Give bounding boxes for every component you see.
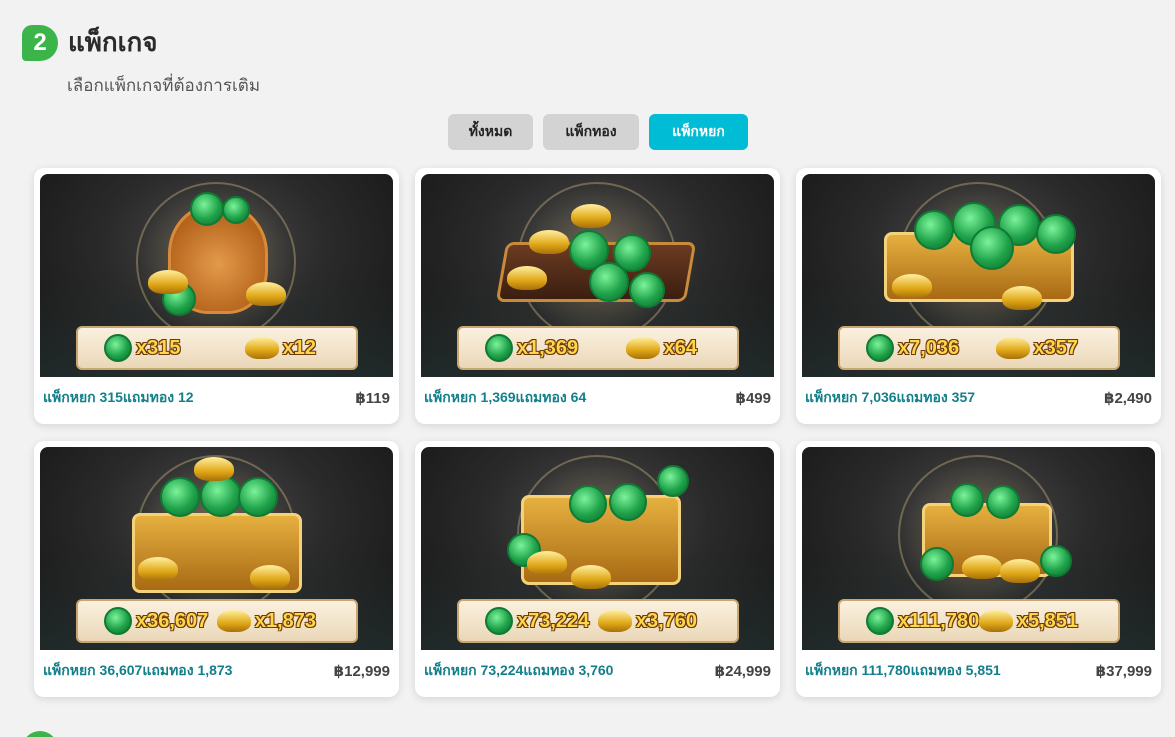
package-card[interactable]: x7,036 x357 แพ็กหยก 7,036แถมทอง 357 ฿2,4… [796, 168, 1161, 424]
jade-icon [104, 334, 132, 362]
package-image: x1,369 x64 [421, 174, 774, 377]
section-subtitle: เลือกแพ็กเกจที่ต้องการเติม [67, 76, 261, 95]
package-card[interactable]: x73,224 x3,760 แพ็กหยก 73,224แถมทอง 3,76… [415, 441, 780, 697]
jade-quantity: x315 [136, 336, 181, 359]
package-card[interactable]: x1,369 x64 แพ็กหยก 1,369แถมทอง 64 ฿499 [415, 168, 780, 424]
gold-ingot-icon [216, 610, 251, 632]
section-title: แพ็กเกจ [68, 27, 158, 57]
package-card[interactable]: x111,780 x5,851 แพ็กหยก 111,780แถมทอง 5,… [796, 441, 1161, 697]
gold-ingot-icon [978, 610, 1013, 632]
gold-ingot-icon [995, 337, 1030, 359]
reward-scroll: x7,036 x357 [838, 326, 1120, 370]
gold-ingot-icon [625, 337, 660, 359]
package-image: x315 x12 [40, 174, 393, 377]
package-price: ฿2,490 [1104, 389, 1152, 407]
package-image: x36,607 x1,873 [40, 447, 393, 650]
package-grid: x315 x12 แพ็กหยก 315แถมทอง 12 ฿119 x1,36… [34, 168, 1161, 697]
gold-quantity: x12 [282, 336, 316, 359]
package-name: แพ็กหยก 315แถมทอง 12 [43, 388, 194, 405]
package-image: x7,036 x357 [802, 174, 1155, 377]
reward-scroll: x1,369 x64 [457, 326, 739, 370]
package-name: แพ็กหยก 7,036แถมทอง 357 [805, 388, 976, 405]
jade-icon [866, 607, 894, 635]
gold-ingot-icon [597, 610, 632, 632]
gold-quantity: x1,873 [254, 609, 316, 632]
reward-scroll: x36,607 x1,873 [76, 599, 358, 643]
package-card[interactable]: x315 x12 แพ็กหยก 315แถมทอง 12 ฿119 [34, 168, 399, 424]
gold-quantity: x357 [1033, 336, 1079, 359]
package-image: x111,780 x5,851 [802, 447, 1155, 650]
next-step-badge [22, 731, 58, 737]
step-header: 2 แพ็กเกจ [22, 22, 158, 63]
gold-quantity: x5,851 [1016, 609, 1078, 632]
gold-quantity: x64 [663, 336, 697, 359]
reward-scroll: x315 x12 [76, 326, 358, 370]
package-price: ฿12,999 [333, 662, 390, 680]
tab-gold-packs[interactable]: แพ็กทอง [543, 114, 639, 150]
reward-scroll: x111,780 x5,851 [838, 599, 1120, 643]
package-image: x73,224 x3,760 [421, 447, 774, 650]
jade-quantity: x7,036 [898, 336, 960, 359]
package-price: ฿119 [355, 389, 390, 407]
jade-icon [485, 334, 513, 362]
package-card[interactable]: x36,607 x1,873 แพ็กหยก 36,607แถมทอง 1,87… [34, 441, 399, 697]
gold-quantity: x3,760 [635, 609, 697, 632]
tab-jade-packs[interactable]: แพ็กหยก [649, 114, 748, 150]
package-name: แพ็กหยก 1,369แถมทอง 64 [424, 388, 587, 405]
tab-all[interactable]: ทั้งหมด [448, 114, 533, 150]
package-name: แพ็กหยก 73,224แถมทอง 3,760 [424, 661, 614, 678]
reward-scroll: x73,224 x3,760 [457, 599, 739, 643]
jade-icon [485, 607, 513, 635]
package-name: แพ็กหยก 36,607แถมทอง 1,873 [43, 661, 233, 678]
gold-ingot-icon [244, 337, 279, 359]
jade-icon [866, 334, 894, 362]
package-price: ฿37,999 [1095, 662, 1152, 680]
package-price: ฿24,999 [714, 662, 771, 680]
package-price: ฿499 [735, 389, 771, 407]
package-name: แพ็กหยก 111,780แถมทอง 5,851 [805, 661, 1001, 678]
package-filter-tabs: ทั้งหมด แพ็กทอง แพ็กหยก [448, 114, 748, 150]
jade-quantity: x1,369 [517, 336, 579, 359]
step-number-badge: 2 [22, 24, 58, 61]
jade-icon [104, 607, 132, 635]
